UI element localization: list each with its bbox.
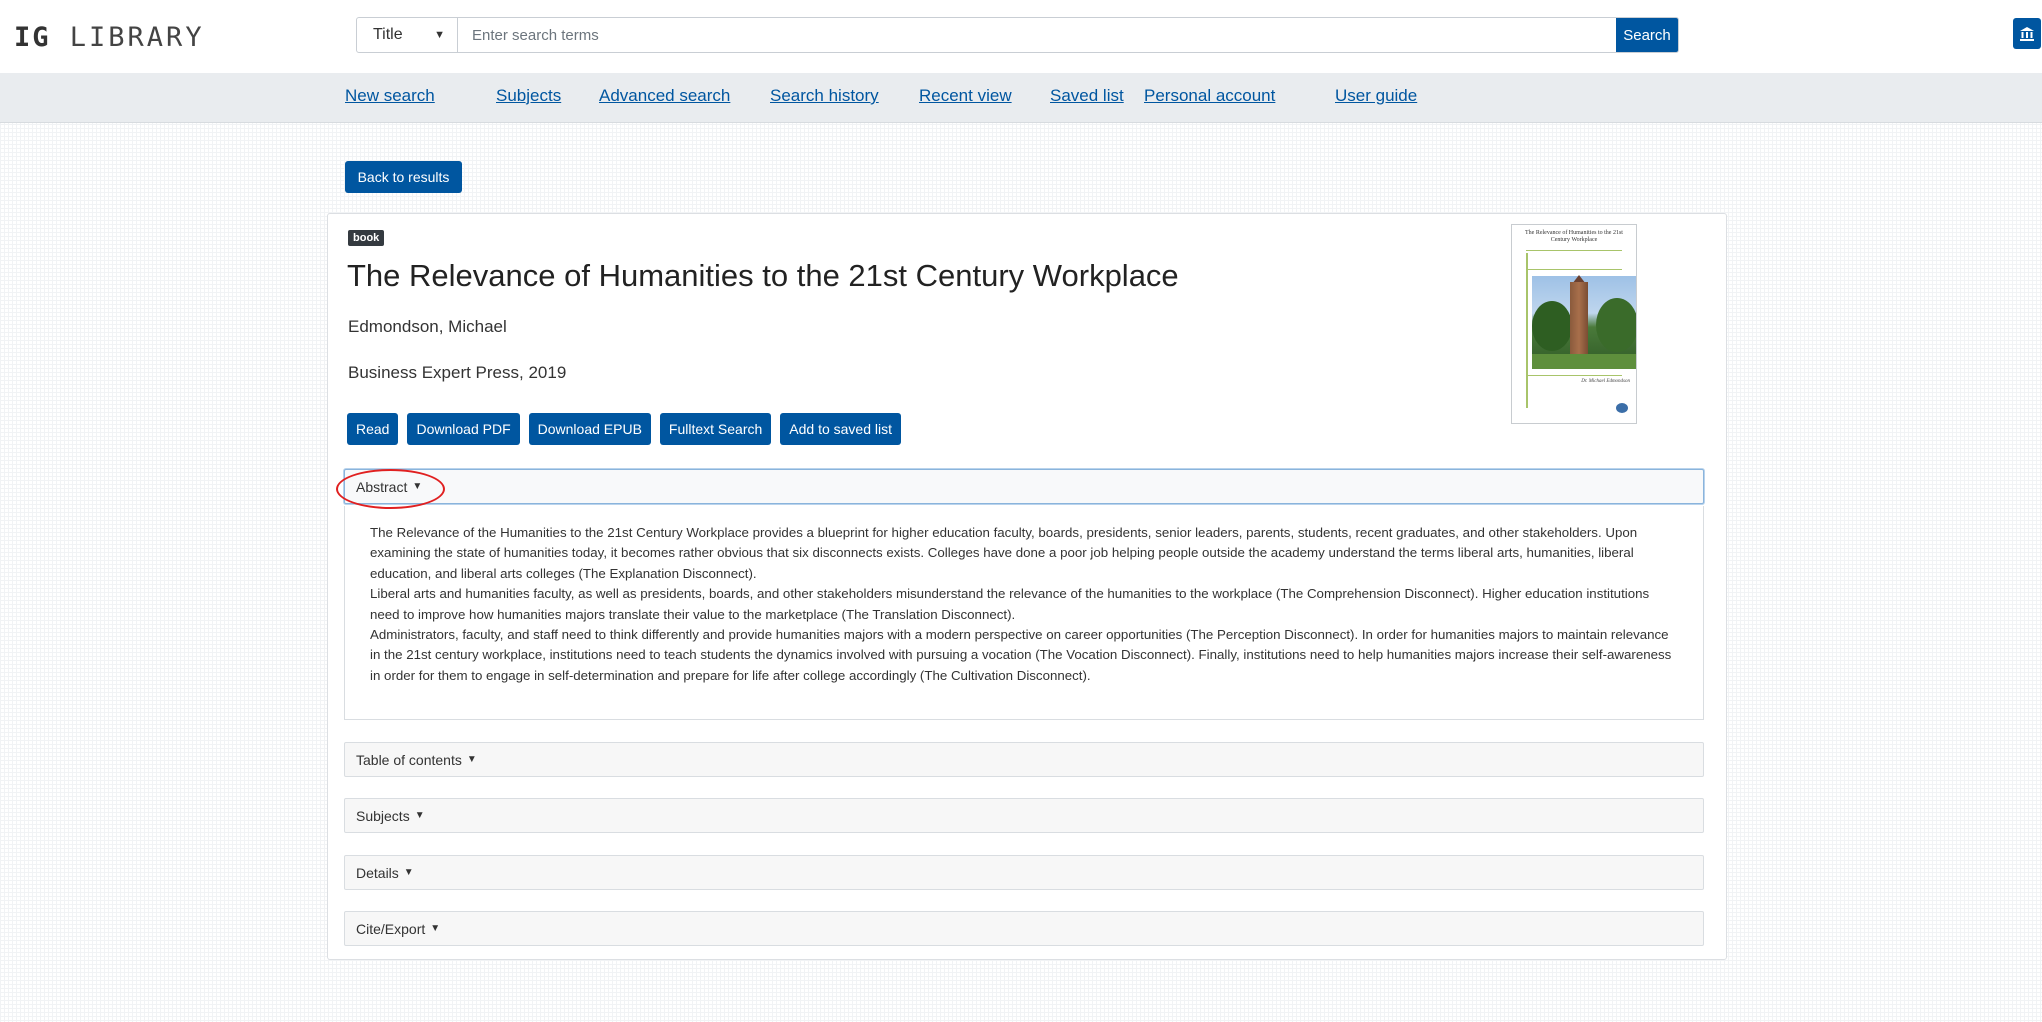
back-to-results-button[interactable]: Back to results [345, 161, 462, 193]
subjects-label: Subjects [356, 807, 410, 824]
cover-rule [1526, 250, 1622, 251]
table-of-contents-label: Table of contents [356, 751, 462, 768]
highlight-circle [336, 469, 445, 509]
search-input[interactable] [458, 18, 1616, 52]
cover-rule [1526, 269, 1622, 270]
search-button[interactable]: Search [1616, 18, 1678, 52]
download-epub-button[interactable]: Download EPUB [528, 413, 651, 445]
nav-new-search[interactable]: New search [345, 86, 435, 106]
caret-down-icon: ▼ [434, 29, 445, 41]
subjects-toggle[interactable]: Subjects ▼ [344, 798, 1704, 833]
nav-advanced-search[interactable]: Advanced search [599, 86, 730, 106]
bank-icon [2020, 26, 2034, 41]
cite-export-toggle[interactable]: Cite/Export ▼ [344, 911, 1704, 946]
search-field-select[interactable]: Title ▼ [357, 18, 458, 52]
top-bar: IG LIBRARY Title ▼ Search [0, 0, 2042, 73]
nav-personal-account[interactable]: Personal account [1144, 86, 1275, 106]
main-nav: New search Subjects Advanced search Sear… [0, 73, 2042, 123]
abstract-paragraph: Liberal arts and humanities faculty, as … [370, 586, 1650, 622]
search-bar: Title ▼ Search [356, 17, 1679, 53]
abstract-paragraph: The Relevance of the Humanities to the 2… [370, 525, 1638, 581]
record-author: Edmondson, Michael [348, 317, 507, 336]
caret-down-icon: ▼ [430, 923, 441, 934]
nav-search-history[interactable]: Search history [770, 86, 879, 106]
caret-down-icon: ▼ [403, 867, 414, 878]
cover-tower [1570, 282, 1588, 355]
ig-library-logo[interactable]: IG LIBRARY [14, 22, 205, 53]
caret-down-icon: ▼ [414, 810, 425, 821]
publisher-logo-icon [1616, 403, 1628, 413]
details-toggle[interactable]: Details ▼ [344, 855, 1704, 890]
nav-recent-view[interactable]: Recent view [919, 86, 1012, 106]
caret-down-icon: ▼ [466, 754, 477, 765]
institution-button[interactable] [2013, 18, 2041, 49]
cover-stripe [1526, 253, 1528, 408]
nav-saved-list[interactable]: Saved list [1050, 86, 1124, 106]
book-cover[interactable]: The Relevance of Humanities to the 21st … [1511, 224, 1637, 424]
fulltext-search-button[interactable]: Fulltext Search [659, 413, 772, 445]
read-button[interactable]: Read [347, 413, 399, 445]
type-badge: book [348, 230, 385, 246]
download-pdf-button[interactable]: Download PDF [407, 413, 520, 445]
record-publisher: Business Expert Press, 2019 [348, 363, 567, 382]
nav-user-guide[interactable]: User guide [1335, 86, 1417, 106]
abstract-panel: The Relevance of the Humanities to the 2… [344, 506, 1704, 720]
abstract-paragraph: Administrators, faculty, and staff need … [370, 627, 1672, 683]
logo-ig: IG [14, 22, 51, 53]
cite-export-label: Cite/Export [356, 920, 426, 937]
add-to-saved-list-button[interactable]: Add to saved list [780, 413, 902, 445]
details-label: Details [356, 864, 399, 881]
cover-tree [1532, 301, 1572, 351]
cover-title: The Relevance of Humanities to the 21st … [1525, 230, 1623, 243]
logo-library: LIBRARY [69, 22, 205, 53]
abstract-toggle[interactable]: Abstract ▼ [344, 469, 1704, 504]
cover-rule [1526, 375, 1622, 376]
record-title: The Relevance of Humanities to the 21st … [347, 258, 1179, 293]
cover-author: Dr. Michael Edmondson [1581, 379, 1630, 384]
cover-tree [1596, 298, 1636, 352]
table-of-contents-toggle[interactable]: Table of contents ▼ [344, 742, 1704, 777]
record-actions: Read Download PDF Download EPUB Fulltext… [347, 413, 902, 445]
search-field-value: Title [373, 26, 403, 43]
cover-grass [1532, 354, 1636, 369]
nav-subjects[interactable]: Subjects [496, 86, 561, 106]
